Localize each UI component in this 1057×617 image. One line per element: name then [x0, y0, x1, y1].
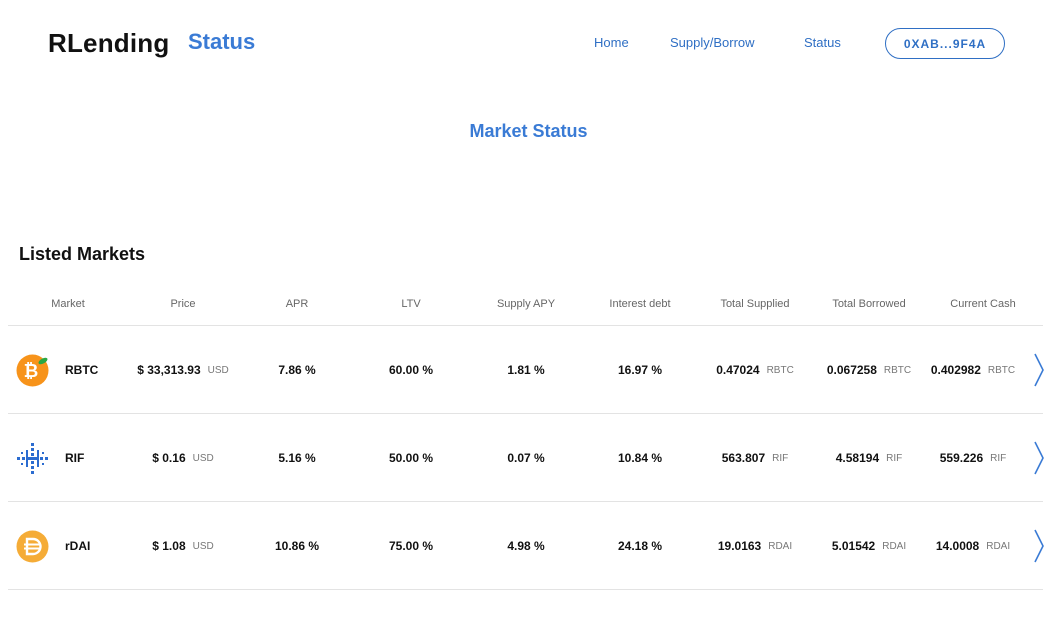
- total-supplied-cell: 19.0163 RDAI: [700, 502, 810, 590]
- column-header-total-supplied: Total Supplied: [720, 298, 790, 310]
- market-name: RBTC: [65, 363, 99, 377]
- total-supplied-value: 563.807: [721, 451, 766, 465]
- column-header-apr: APR: [285, 298, 309, 310]
- price-value: $ 0.16: [152, 451, 186, 465]
- wallet-address-button[interactable]: 0XAB...9F4A: [885, 28, 1005, 59]
- brand-logo[interactable]: RLending: [48, 28, 169, 59]
- current-cash-value: 559.226: [939, 451, 984, 465]
- page-subtitle: Status: [188, 29, 256, 54]
- price-cell: $ 0.16 USD: [128, 414, 238, 502]
- header: RLending Status Home Supply/Borrow Statu…: [0, 0, 1057, 90]
- price-unit: USD: [192, 540, 214, 552]
- price-cell: $ 33,313.93 USD: [128, 326, 238, 414]
- price-cell: $ 1.08 USD: [128, 502, 238, 590]
- ltv-value: 75.00 %: [388, 539, 434, 553]
- total-supplied-value: 0.47024: [716, 363, 760, 377]
- chevron-right-icon[interactable]: [1032, 352, 1046, 388]
- total-borrowed-value: 4.58194: [835, 451, 880, 465]
- token-unit: RDAI: [768, 540, 793, 552]
- current-cash-value: 0.402982: [930, 363, 981, 377]
- column-header-total-borrowed: Total Borrowed: [832, 298, 906, 310]
- price-unit: USD: [207, 364, 229, 376]
- column-header-interest-debt: Interest debt: [609, 298, 671, 310]
- total-borrowed-cell: 0.067258 RBTC: [814, 326, 924, 414]
- supply-apy-value: 4.98 %: [507, 539, 545, 553]
- total-supplied-value: 19.0163: [717, 539, 762, 553]
- interest-debt-value: 24.18 %: [617, 539, 663, 553]
- current-cash-cell: 559.226 RIF: [918, 414, 1028, 502]
- rif-icon: [17, 443, 48, 474]
- current-cash-cell: 0.402982 RBTC: [918, 326, 1028, 414]
- current-cash-cell: 14.0008 RDAI: [918, 502, 1028, 590]
- svg-text:₿: ₿: [24, 361, 39, 382]
- column-header-current-cash: Current Cash: [950, 298, 1016, 310]
- total-borrowed-value: 5.01542: [831, 539, 876, 553]
- supply-apy-value: 1.81 %: [507, 363, 545, 377]
- dai-icon: [16, 530, 49, 563]
- token-unit: RBTC: [883, 364, 912, 376]
- column-header-market: Market: [51, 298, 85, 310]
- table-header: Market Price APR LTV Supply APY Interest…: [8, 290, 1043, 326]
- token-unit: RBTC: [987, 364, 1016, 376]
- column-header-ltv: LTV: [401, 298, 421, 310]
- column-header-price: Price: [170, 298, 196, 310]
- total-supplied-cell: 563.807 RIF: [700, 414, 810, 502]
- column-header-supply-apy: Supply APY: [496, 298, 556, 310]
- price-unit: USD: [192, 452, 214, 464]
- table-row[interactable]: ₿ RBTC $ 33,313.93 USD 7.86 % 60.00 % 1.8…: [8, 326, 1046, 414]
- apr-value: 10.86 %: [274, 539, 320, 553]
- ltv-value: 50.00 %: [388, 451, 434, 465]
- nav-status-link[interactable]: Status: [804, 35, 841, 50]
- page-title: Market Status: [469, 121, 588, 141]
- current-cash-value: 14.0008: [935, 539, 980, 553]
- supply-apy-value: 0.07 %: [507, 451, 545, 465]
- table-row[interactable]: RIF $ 0.16 USD 5.16 % 50.00 % 0.07 % 10.8…: [8, 414, 1046, 502]
- total-supplied-cell: 0.47024 RBTC: [700, 326, 810, 414]
- price-value: $ 33,313.93: [137, 363, 201, 377]
- chevron-right-icon[interactable]: [1032, 528, 1046, 564]
- apr-value: 5.16 %: [278, 451, 316, 465]
- interest-debt-value: 16.97 %: [617, 363, 663, 377]
- table-row[interactable]: rDAI $ 1.08 USD 10.86 % 75.00 % 4.98 % 24…: [8, 502, 1046, 590]
- chevron-right-icon[interactable]: [1032, 440, 1046, 476]
- apr-value: 7.86 %: [278, 363, 316, 377]
- nav-supply-borrow-link[interactable]: Supply/Borrow: [670, 35, 755, 50]
- total-borrowed-value: 0.067258: [826, 363, 877, 377]
- price-value: $ 1.08: [152, 539, 186, 553]
- bitcoin-icon: ₿: [16, 354, 49, 387]
- token-unit: RIF: [772, 452, 789, 464]
- nav-home-link[interactable]: Home: [594, 35, 629, 50]
- token-unit: RBTC: [766, 364, 794, 376]
- total-borrowed-cell: 4.58194 RIF: [814, 414, 924, 502]
- token-unit: RDAI: [986, 540, 1011, 552]
- interest-debt-value: 10.84 %: [617, 451, 663, 465]
- section-title: Listed Markets: [19, 244, 146, 264]
- total-borrowed-cell: 5.01542 RDAI: [814, 502, 924, 590]
- markets-table: Market Price APR LTV Supply APY Interest…: [8, 290, 1046, 590]
- market-name: rDAI: [65, 539, 91, 553]
- token-unit: RIF: [990, 452, 1007, 464]
- market-name: RIF: [65, 451, 85, 465]
- ltv-value: 60.00 %: [388, 363, 434, 377]
- token-unit: RDAI: [882, 540, 907, 552]
- token-unit: RIF: [886, 452, 903, 464]
